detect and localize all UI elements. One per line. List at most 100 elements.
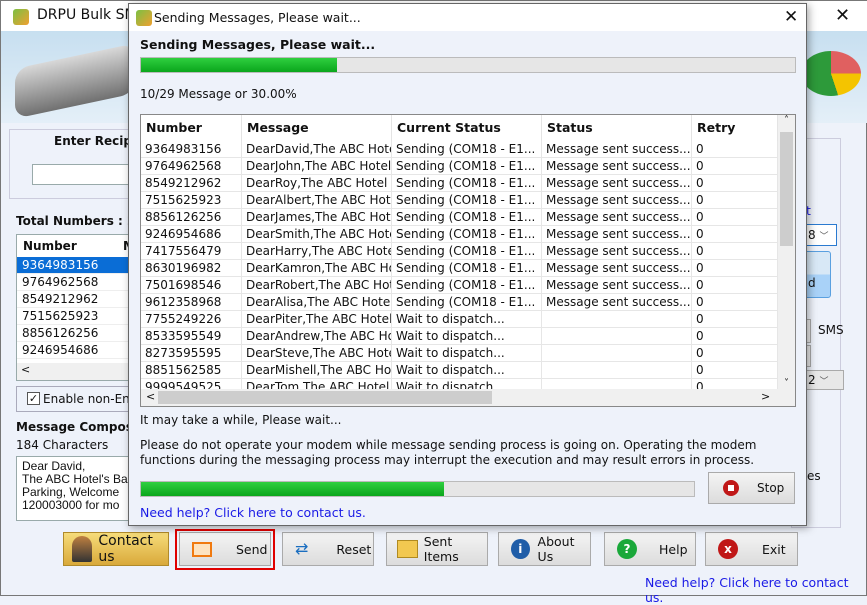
exit-label: Exit [762, 541, 786, 557]
col-number-header[interactable]: Number [141, 115, 242, 141]
number-row[interactable]: 9246954686 [17, 342, 131, 359]
status-cell [542, 345, 692, 362]
col-status-header[interactable]: Status [542, 115, 692, 141]
number-cell: 8856126256 [141, 209, 242, 226]
col-message-header[interactable]: Message [242, 115, 392, 141]
table-row[interactable]: 8851562585 DearMishell,The ABC Hotel Wait … [141, 362, 778, 379]
vertical-scroll-thumb[interactable] [780, 132, 793, 246]
table-row[interactable]: 8630196982DearKamron,The ABC HotelSendin… [141, 260, 778, 277]
main-help-link[interactable]: Need help? Click here to contact us. [645, 575, 866, 605]
scroll-up-icon[interactable]: ˄ [778, 115, 795, 132]
table-row[interactable]: 8549212962 DearRoy,The ABC Hotel B Sending… [141, 175, 778, 192]
table-row[interactable]: 8273595595 DearSteve,The ABC Hotel Wait to… [141, 345, 778, 362]
about-us-label: About Us [537, 534, 575, 564]
status-cell: Message sent success... [542, 158, 692, 175]
message-cell: DearAlisa,The ABC Hotel [242, 294, 392, 311]
bottom-progress-bar [140, 481, 695, 497]
table-row[interactable]: 8856126256 DearJames,The ABC Hotel Sending… [141, 209, 778, 226]
numbers-hscrollbar[interactable]: < [17, 363, 131, 380]
contact-us-button[interactable]: Contact us [63, 532, 169, 566]
scroll-down-icon[interactable]: ˅ [778, 378, 795, 389]
chevron-down-icon: ﹀ [819, 232, 829, 242]
enable-non-english-label: Enable non-Eng [43, 392, 138, 406]
status-cell: Message sent success... [542, 243, 692, 260]
dialog-help-link[interactable]: Need help? Click here to contact us. [140, 505, 366, 520]
wait-text: It may take a while, Please wait... [140, 413, 342, 427]
table-row[interactable]: 7755249226 DearPiter,The ABC Hotel B Wait … [141, 311, 778, 328]
table-row[interactable]: 8533595549DearAndrew,The ABC HotelWait t… [141, 328, 778, 345]
number-row[interactable]: 8856126256 [17, 325, 131, 342]
vertical-scrollbar[interactable]: ˄ ˅ [778, 115, 795, 389]
table-row[interactable]: 9246954686 DearSmith,The ABC Hotel Sending… [141, 226, 778, 243]
status-cell: Message sent success... [542, 294, 692, 311]
sms-label: SMS [818, 323, 844, 337]
message-line: 120003000 for mo [22, 498, 120, 512]
current-status-cell: Wait to dispatch... [392, 345, 542, 362]
scroll-right-icon[interactable]: > [761, 390, 770, 403]
reset-button[interactable]: ⇄ Reset [282, 532, 374, 566]
retry-cell: 0 [692, 226, 778, 243]
send-button[interactable]: Send [179, 532, 271, 566]
enable-non-english-checkbox[interactable]: ✓ [27, 392, 40, 405]
number-cell: 9246954686 [141, 226, 242, 243]
numbers-table: NumberM 93649831569764962568854921296275… [16, 234, 135, 381]
table-row[interactable]: 9764962568 DearJohn,The ABC Hotel Sending … [141, 158, 778, 175]
col-current-status-header[interactable]: Current Status [392, 115, 542, 141]
right-select-2[interactable]: 2 ﹀ [801, 370, 844, 390]
horizontal-scroll-thumb[interactable] [158, 391, 492, 404]
status-cell: Message sent success... [542, 226, 692, 243]
person-icon [72, 536, 93, 562]
sent-items-button[interactable]: Sent Items [386, 532, 488, 566]
message-cell: DearSteve,The ABC Hotel [242, 345, 392, 362]
progress-count: 10/29 Message or [140, 87, 248, 101]
envelope-icon [192, 541, 212, 557]
message-textarea[interactable]: Dear David, The ABC Hotel's Ba Parking, … [16, 456, 132, 521]
dialog-app-icon [136, 10, 152, 26]
current-status-cell: Sending (COM18 - E1... [392, 294, 542, 311]
number-cell: 8549212962 [141, 175, 242, 192]
numbers-header: NumberM [17, 235, 135, 257]
message-cell: DearKamron,The ABC Hotel [242, 260, 392, 277]
table-row[interactable]: 7515625923 DearAlbert,The ABC Hotel Sendin… [141, 192, 778, 209]
help-button[interactable]: ? Help [604, 532, 696, 566]
progress-text: 10/29 Message or 30.00% [140, 87, 297, 101]
characters-count: 184 Characters [16, 438, 109, 452]
number-cell: 8851562585 [141, 362, 242, 379]
messages-table: Number Message Current Status Status Retry 9… [140, 114, 796, 407]
dialog-close-icon[interactable]: ✕ [784, 7, 798, 27]
about-us-button[interactable]: i About Us [498, 532, 591, 566]
current-status-cell: Sending (COM18 - E1... [392, 243, 542, 260]
right-select-2-value: 2 [808, 373, 816, 387]
status-cell: Message sent success... [542, 209, 692, 226]
retry-cell: 0 [692, 141, 778, 158]
exit-button[interactable]: x Exit [705, 532, 798, 566]
number-cell: 7501698546 [141, 277, 242, 294]
retry-cell: 0 [692, 294, 778, 311]
table-row[interactable]: 7417556479 DearHarry,The ABC Hotel Sending… [141, 243, 778, 260]
retry-cell: 0 [692, 345, 778, 362]
message-cell: DearAndrew,The ABC Hotel [242, 328, 392, 345]
number-row[interactable]: 8549212962 [17, 291, 131, 308]
sending-dialog: Sending Messages, Please wait... ✕ Sendi… [128, 3, 807, 526]
horizontal-scrollbar[interactable]: < > [141, 389, 795, 406]
right-button-label: d [808, 276, 816, 290]
recipient-input[interactable] [32, 164, 132, 185]
current-status-cell: Sending (COM18 - E1... [392, 277, 542, 294]
right-select-value: 8 [808, 228, 816, 242]
status-cell: Message sent success... [542, 192, 692, 209]
contact-us-label: Contact us [98, 533, 153, 565]
stop-button[interactable]: Stop [708, 472, 795, 504]
number-row[interactable]: 9364983156 [17, 257, 131, 274]
current-status-cell: Sending (COM18 - E1... [392, 158, 542, 175]
send-label: Send [236, 541, 268, 557]
table-row[interactable]: 9612358968 DearAlisa,The ABC Hotel Sending… [141, 294, 778, 311]
scroll-left-icon[interactable]: < [146, 390, 155, 403]
number-cell: 9364983156 [141, 141, 242, 158]
number-row[interactable]: 7515625923 [17, 308, 131, 325]
main-close-icon[interactable]: ✕ [835, 5, 850, 26]
table-row[interactable]: 9364983156 DearDavid,The ABC Hotel Sending… [141, 141, 778, 158]
number-row[interactable]: 9764962568 [17, 274, 131, 291]
col-retry-header[interactable]: Retry [692, 115, 778, 141]
retry-cell: 0 [692, 243, 778, 260]
table-row[interactable]: 7501698546 DearRobert,The ABC Hotel Sendin… [141, 277, 778, 294]
